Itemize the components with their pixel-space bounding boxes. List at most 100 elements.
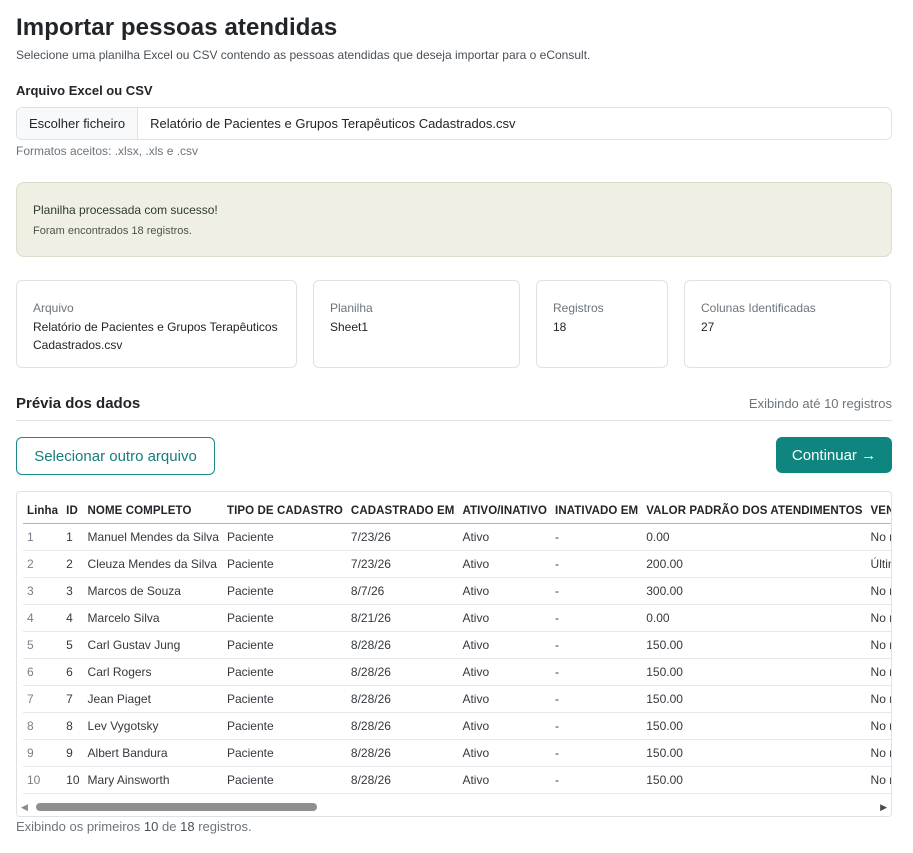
table-cell: Lev Vygotsky [83,712,223,740]
table-cell: - [551,631,643,659]
scrollbar-thumb[interactable] [36,803,317,811]
footer-total-count: 18 [180,819,195,834]
footer-middle: de [162,819,177,834]
table-cell: Paciente [222,550,347,578]
table-cell: 8 [23,712,63,740]
table-cell: Paciente [222,739,347,767]
summary-label: Registros [553,301,604,315]
table-cell: - [551,604,643,632]
records-footer: Exibindo os primeiros 10 de 18 registros… [16,819,252,834]
table-cell: Ativo [458,739,552,767]
table-cell: 150.00 [642,766,867,794]
table-cell: Paciente [222,712,347,740]
table-row: 7 7 Jean Piaget Paciente 8/28/26 Ativo -150.00… [23,685,891,713]
accepted-formats-hint: Formatos aceitos: .xlsx, .xls e .csv [16,144,199,158]
table-cell: 7 [62,685,84,713]
table-cell: 8/28/26 [346,739,459,767]
table-cell: No mesmo dia [866,739,891,767]
table-cell: No mesmo dia [866,577,891,605]
file-input[interactable]: Escolher ficheiro Relatório de Pacientes… [16,107,892,140]
continue-button[interactable]: Continuar → [776,437,892,473]
table-cell: 200.00 [642,550,867,578]
table-cell: 8/7/26 [346,577,459,605]
column-header: ATIVO/INATIVO [458,499,552,524]
preview-title: Prévia dos dados [16,395,141,412]
preview-table: Linha ID NOME COMPLETO TIPO DE CADASTRO … [23,499,891,794]
summary-value: 18 [553,320,567,334]
file-field-label: Arquivo Excel ou CSV [16,83,153,98]
footer-prefix: Exibindo os primeiros [16,819,141,834]
table-cell: 7/23/26 [346,523,459,551]
table-cell: 8/28/26 [346,658,459,686]
table-cell: Ativo [458,523,552,551]
alert-title: Planilha processada com sucesso! [33,203,218,217]
table-cell: 4 [23,604,63,632]
table-cell: Ativo [458,658,552,686]
summary-label: Arquivo [33,301,74,315]
table-row: 5 5 Carl Gustav Jung Paciente 8/28/26 Ativo -1… [23,631,891,659]
table-cell: 150.00 [642,685,867,713]
footer-suffix: registros. [198,819,252,834]
table-cell: 1 [23,523,63,551]
page-subtitle: Selecione uma planilha Excel ou CSV cont… [16,48,591,62]
table-cell: 300.00 [642,577,867,605]
table-cell: Cleuza Mendes da Silva [83,550,223,578]
table-cell: Marcos de Souza [83,577,223,605]
table-cell: Jean Piaget [83,685,223,713]
table-cell: Último dia do [866,550,891,578]
column-header: VALOR PADRÃO DOS ATENDIMENTOS [642,499,867,524]
column-header: TIPO DE CADASTRO [222,499,347,524]
table-cell: No mesmo dia [866,685,891,713]
footer-shown-count: 10 [143,819,159,834]
summary-card-columns: Colunas Identificadas 27 [684,280,891,368]
table-cell: 5 [62,631,84,659]
horizontal-scrollbar[interactable]: ◀ ▶ [17,798,891,816]
table-row: 1 1 Manuel Mendes da Silva Paciente 7/23/26 A… [23,523,891,551]
page-title: Importar pessoas atendidas [16,14,338,41]
table-cell: Marcelo Silva [83,604,223,632]
table-cell: Paciente [222,658,347,686]
table-cell: Ativo [458,577,552,605]
summary-value: Sheet1 [330,320,369,334]
table-cell: 8 [62,712,84,740]
table-cell: 10 [23,766,63,794]
table-cell: 9 [23,739,63,767]
table-cell: 3 [23,577,63,605]
section-divider [16,420,892,421]
table-cell: - [551,577,643,605]
column-header: ID [62,499,84,524]
table-cell: 150.00 [642,712,867,740]
table-cell: 0.00 [642,604,867,632]
table-cell: Paciente [222,577,347,605]
table-cell: Ativo [458,550,552,578]
table-cell: No mesmo dia [866,631,891,659]
selected-file-name: Relatório de Pacientes e Grupos Terapêut… [150,116,516,131]
alert-message: Foram encontrados 18 registros. [33,225,192,237]
table-cell: Ativo [458,604,552,632]
table-cell: - [551,658,643,686]
table-cell: - [551,739,643,767]
table-cell: 9 [62,739,84,767]
table-cell: Ativo [458,766,552,794]
table-cell: 2 [23,550,63,578]
preview-table-container[interactable]: Linha ID NOME COMPLETO TIPO DE CADASTRO … [16,491,892,817]
table-cell: Ativo [458,685,552,713]
table-body: 1 1 Manuel Mendes da Silva Paciente 7/23/26 A… [23,523,891,794]
table-cell: 5 [23,631,63,659]
table-cell: - [551,523,643,551]
table-cell: 8/28/26 [346,631,459,659]
table-cell: 10 [62,766,84,794]
table-cell: Manuel Mendes da Silva [83,523,223,551]
scroll-right-arrow-icon[interactable]: ▶ [880,802,887,813]
table-cell: 2 [62,550,84,578]
table-row: 8 8 Lev Vygotsky Paciente 8/28/26 Ativo -150.0… [23,712,891,740]
choose-file-button[interactable]: Escolher ficheiro [17,108,139,139]
table-cell: Carl Rogers [83,658,223,686]
table-cell: Carl Gustav Jung [83,631,223,659]
summary-value: 27 [701,320,715,334]
table-viewport: Linha ID NOME COMPLETO TIPO DE CADASTRO … [23,492,891,796]
scroll-left-arrow-icon[interactable]: ◀ [21,802,28,813]
column-header: VENCIMENTO [866,499,891,524]
table-row: 2 2 Cleuza Mendes da Silva Paciente 7/23/26 A… [23,550,891,578]
select-other-file-button[interactable]: Selecionar outro arquivo [16,437,215,475]
